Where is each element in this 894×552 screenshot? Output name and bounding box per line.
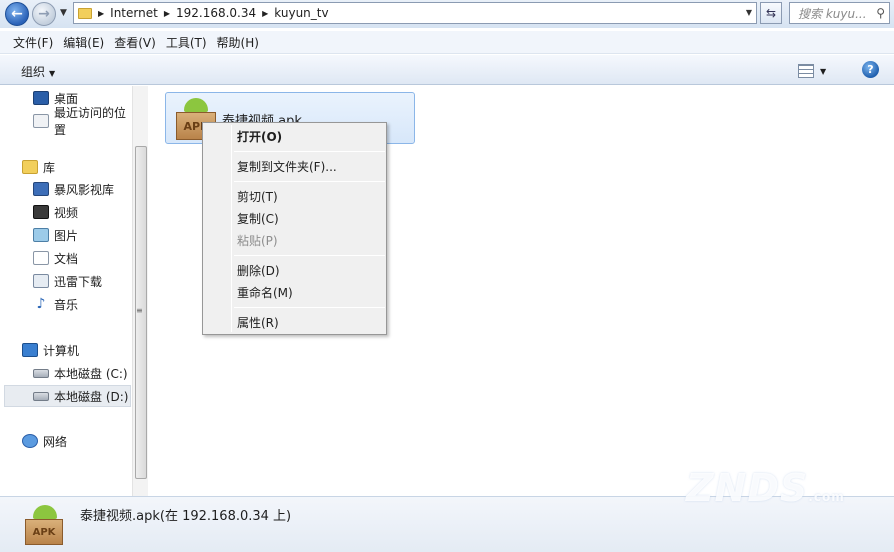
menu-item-cut[interactable]: 剪切(T) (237, 186, 278, 206)
sidebar-item-documents[interactable]: 文档 (0, 247, 132, 269)
breadcrumb-host[interactable]: 192.168.0.34 (176, 6, 256, 20)
sidebar-item-label: 本地磁盘 (D:) (54, 389, 129, 404)
sidebar-item-label: 库 (43, 160, 56, 175)
chevron-down-icon: ▼ (49, 69, 56, 78)
sidebar-item-label: 最近访问的位置 (54, 106, 127, 137)
watermark-suffix: .com (808, 490, 845, 504)
sidebar-item-network[interactable]: 网络 (0, 430, 132, 452)
breadcrumb-folder[interactable]: kuyun_tv (274, 6, 328, 20)
menu-separator (234, 181, 385, 182)
network-icon (22, 434, 38, 448)
organize-button[interactable]: 组织 ▼ (21, 63, 55, 80)
sidebar-item-drive-c[interactable]: 本地磁盘 (C:) (0, 362, 132, 384)
sidebar-item-computer[interactable]: 计算机 (0, 339, 132, 361)
menu-separator (234, 307, 385, 308)
video-library-icon (33, 182, 49, 196)
menu-item-rename[interactable]: 重命名(M) (237, 282, 293, 302)
recent-pages-dropdown[interactable]: ▼ (60, 8, 67, 18)
sidebar-item-recent[interactable]: 最近访问的位置 (0, 106, 132, 137)
address-bar[interactable]: ▶ Internet ▶ 192.168.0.34 ▶ kuyun_tv ▼ (73, 2, 757, 24)
navigation-scrollbar[interactable]: ≡ (132, 86, 148, 496)
watermark-logo: ZNDS.com (686, 466, 856, 518)
android-icon (184, 98, 208, 112)
apk-file-icon: APK (25, 505, 63, 545)
menu-bar: 文件(F) 编辑(E) 查看(V) 工具(T) 帮助(H) (0, 31, 894, 54)
breadcrumb-separator-icon[interactable]: ▶ (262, 9, 268, 18)
navigation-pane: 桌面 最近访问的位置 库 暴风影视库 视频 图片 文档 迅雷下载 ♪ 音乐 计算… (0, 86, 148, 496)
recent-places-icon (33, 114, 49, 128)
menu-help[interactable]: 帮助(H) (212, 34, 264, 51)
sidebar-item-libraries[interactable]: 库 (0, 156, 132, 178)
menu-item-open[interactable]: 打开(O) (237, 126, 282, 146)
android-icon (33, 505, 57, 519)
pictures-icon (33, 228, 49, 242)
change-view-button[interactable]: ▼ (798, 63, 836, 79)
sidebar-item-label: 本地磁盘 (C:) (54, 366, 128, 381)
details-view-icon (798, 64, 814, 78)
search-input[interactable]: 搜索 kuyu... ⚲ (789, 2, 890, 24)
search-icon[interactable]: ⚲ (876, 6, 885, 20)
details-file-info: 泰捷视频.apk(在 192.168.0.34 上) (80, 509, 292, 524)
downloads-icon (33, 274, 49, 288)
context-menu: 打开(O) 复制到文件夹(F)... 剪切(T) 复制(C) 粘贴(P) 删除(… (202, 122, 387, 335)
menu-item-paste: 粘贴(P) (237, 233, 278, 248)
menu-gutter (231, 125, 232, 332)
sidebar-item-drive-d[interactable]: 本地磁盘 (D:) (4, 385, 131, 407)
sidebar-item-label: 文档 (54, 251, 79, 266)
sidebar-item-label: 计算机 (43, 343, 80, 358)
sidebar-item-label: 迅雷下载 (54, 274, 103, 289)
sidebar-item-pictures[interactable]: 图片 (0, 224, 132, 246)
sidebar-item-videos[interactable]: 视频 (0, 201, 132, 223)
menu-edit[interactable]: 编辑(E) (58, 34, 109, 51)
chevron-down-icon: ▼ (820, 66, 827, 76)
menu-tools[interactable]: 工具(T) (161, 34, 212, 51)
music-icon: ♪ (36, 296, 46, 312)
watermark-text: ZNDS (686, 466, 809, 510)
menu-separator (234, 151, 385, 152)
menu-item-properties[interactable]: 属性(R) (237, 312, 279, 332)
menu-item-delete[interactable]: 删除(D) (237, 260, 280, 280)
library-icon (22, 160, 38, 174)
breadcrumb-separator-icon[interactable]: ▶ (98, 9, 104, 18)
sidebar-item-label: 网络 (43, 434, 68, 449)
folder-icon (78, 7, 92, 19)
menu-file[interactable]: 文件(F) (8, 34, 58, 51)
refresh-button[interactable]: ⇆ (760, 2, 782, 24)
address-dropdown-icon[interactable]: ▼ (746, 8, 752, 17)
sidebar-item-music[interactable]: ♪ 音乐 (0, 293, 132, 315)
sidebar-item-video-library[interactable]: 暴风影视库 (0, 178, 132, 200)
video-icon (33, 205, 49, 219)
back-button[interactable]: ← (5, 2, 29, 26)
scrollbar-grip-icon: ≡ (136, 306, 143, 315)
drive-icon (33, 368, 49, 378)
sidebar-item-label: 暴风影视库 (54, 182, 115, 197)
apk-box-label: APK (25, 519, 63, 545)
address-toolbar: ← → ▼ ▶ Internet ▶ 192.168.0.34 ▶ kuyun_… (0, 0, 894, 28)
sidebar-item-label: 视频 (54, 205, 79, 220)
sidebar-item-downloads[interactable]: 迅雷下载 (0, 270, 132, 292)
search-placeholder: 搜索 kuyu... (798, 6, 867, 21)
sidebar-item-label: 音乐 (54, 297, 79, 312)
breadcrumb-separator-icon[interactable]: ▶ (164, 9, 170, 18)
computer-icon (22, 343, 38, 357)
breadcrumb-internet[interactable]: Internet (110, 6, 158, 20)
menu-separator (234, 255, 385, 256)
drive-icon (33, 391, 49, 401)
forward-button[interactable]: → (32, 2, 56, 26)
desktop-icon (33, 91, 49, 105)
documents-icon (33, 251, 49, 265)
menu-item-copy-to-folder[interactable]: 复制到文件夹(F)... (237, 156, 337, 176)
command-toolbar: 组织 ▼ ▼ ? (0, 55, 894, 85)
organize-label: 组织 (21, 65, 46, 79)
sidebar-item-label: 图片 (54, 228, 79, 243)
help-button[interactable]: ? (862, 61, 879, 78)
menu-view[interactable]: 查看(V) (109, 34, 161, 51)
menu-item-copy[interactable]: 复制(C) (237, 208, 279, 228)
